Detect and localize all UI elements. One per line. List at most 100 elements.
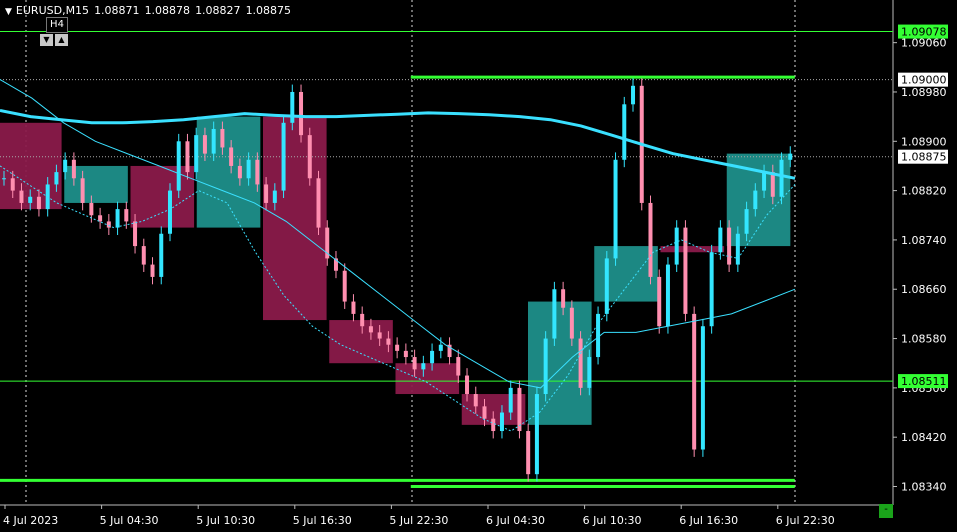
candle-body — [491, 418, 496, 432]
candle-body — [237, 165, 242, 179]
h4-box — [130, 165, 195, 228]
candle-body — [543, 338, 548, 395]
candle-body — [604, 258, 609, 314]
candle-body — [473, 394, 478, 407]
candle-body — [552, 289, 557, 339]
candle-body — [167, 190, 172, 234]
candle-body — [735, 233, 740, 265]
ohlc-low: 1.08827 — [195, 4, 241, 17]
candle-body — [412, 357, 417, 370]
candle-body — [89, 202, 94, 216]
candle-body — [613, 159, 618, 259]
h4-box — [329, 320, 393, 364]
candle-body — [779, 159, 784, 197]
candle-body — [255, 159, 260, 185]
candle-body — [753, 190, 758, 210]
price-tick-label: 1.08660 — [901, 283, 947, 296]
price-tag-label: 1.09078 — [901, 26, 947, 39]
candle-body — [700, 326, 705, 450]
candle-body — [176, 141, 181, 191]
candle-body — [360, 313, 365, 327]
candle-body — [229, 147, 234, 166]
candle-body — [54, 172, 59, 185]
time-tick-label: 5 Jul 16:30 — [293, 514, 352, 527]
candle-body — [648, 202, 653, 277]
price-tag-label: 1.09000 — [901, 74, 947, 87]
candle-body — [718, 227, 723, 253]
candle-body — [517, 387, 522, 432]
candle-body — [71, 159, 76, 179]
candle-body — [368, 326, 373, 333]
candle-body — [526, 431, 531, 475]
price-tick-label: 1.08900 — [901, 135, 947, 148]
chart-header: ▼ EURUSD,M15 1.08871 1.08878 1.08827 1.08875 — [5, 4, 296, 17]
candle-body — [281, 122, 286, 191]
candle-body — [403, 350, 408, 358]
candle-body — [194, 135, 199, 173]
timeframe-switcher: H4 ▼ ▲ — [40, 17, 70, 47]
h4-box — [196, 116, 261, 228]
candle-body — [106, 221, 111, 228]
candle-body — [456, 357, 461, 376]
candle-body — [727, 227, 732, 265]
candle-body — [692, 313, 697, 450]
candle-body — [421, 363, 426, 370]
timeframe-down-button[interactable]: ▼ — [40, 34, 53, 46]
time-tick-label: 5 Jul 22:30 — [389, 514, 448, 527]
price-tick-label: 1.08580 — [901, 333, 947, 346]
time-tick-label: 5 Jul 10:30 — [196, 514, 255, 527]
candle-body — [665, 264, 670, 327]
candle-body — [499, 412, 504, 432]
candle-body — [28, 196, 33, 203]
candle-body — [36, 196, 41, 210]
candle-body — [674, 227, 679, 265]
ohlc-close: 1.08875 — [245, 4, 292, 17]
candle-body — [482, 406, 487, 419]
candle-body — [569, 307, 574, 339]
candle-body — [133, 221, 138, 247]
time-tick-label: 5 Jul 04:30 — [100, 514, 159, 527]
candle-body — [788, 153, 793, 160]
price-tag-label: 1.08875 — [901, 151, 947, 164]
candle-body — [290, 91, 295, 123]
candle-body — [185, 141, 190, 173]
candle-body — [395, 344, 400, 351]
h4-box — [395, 363, 460, 395]
menu-triangle-icon[interactable]: ▼ — [5, 7, 12, 17]
time-tick-label: 4 Jul 2023 — [3, 514, 58, 527]
candle-body — [159, 233, 164, 277]
timeframe-label[interactable]: H4 — [46, 17, 68, 33]
candle-body — [631, 85, 636, 105]
candle-body — [316, 178, 321, 228]
candle-body — [124, 209, 129, 222]
candle-body — [430, 350, 435, 364]
candle-body — [351, 301, 356, 314]
h4-box — [660, 246, 725, 253]
price-tick-label: 1.08740 — [901, 234, 947, 247]
candle-body — [264, 184, 269, 203]
time-tick-label: 6 Jul 16:30 — [679, 514, 738, 527]
candle-body — [377, 332, 382, 339]
candle-body — [744, 209, 749, 234]
candle-body — [534, 394, 539, 475]
price-tag-label: 1.08511 — [901, 375, 947, 388]
price-tick-label: 1.08980 — [901, 86, 947, 99]
ohlc-open: 1.08871 — [94, 4, 140, 17]
ohlc-high: 1.08878 — [144, 4, 191, 17]
candle-body — [770, 172, 775, 197]
candle-body — [438, 344, 443, 351]
price-tick-label: 1.08820 — [901, 185, 947, 198]
candle-body — [622, 104, 627, 160]
candle-body — [683, 227, 688, 314]
price-tick-label: 1.08420 — [901, 431, 947, 444]
candle-body — [80, 178, 85, 203]
timeframe-up-button[interactable]: ▲ — [55, 34, 68, 46]
candle-body — [386, 338, 391, 345]
time-tick-label: 6 Jul 22:30 — [776, 514, 835, 527]
candle-body — [98, 215, 103, 222]
candle-body — [561, 289, 566, 308]
price-chart[interactable]: 4 Jul 2023 5 Jul 04:30 5 Jul 10:30 5 Jul 16… — [0, 0, 957, 532]
h4-box — [0, 122, 62, 210]
collapse-button[interactable]: - — [879, 504, 893, 518]
candle-body — [211, 128, 216, 154]
